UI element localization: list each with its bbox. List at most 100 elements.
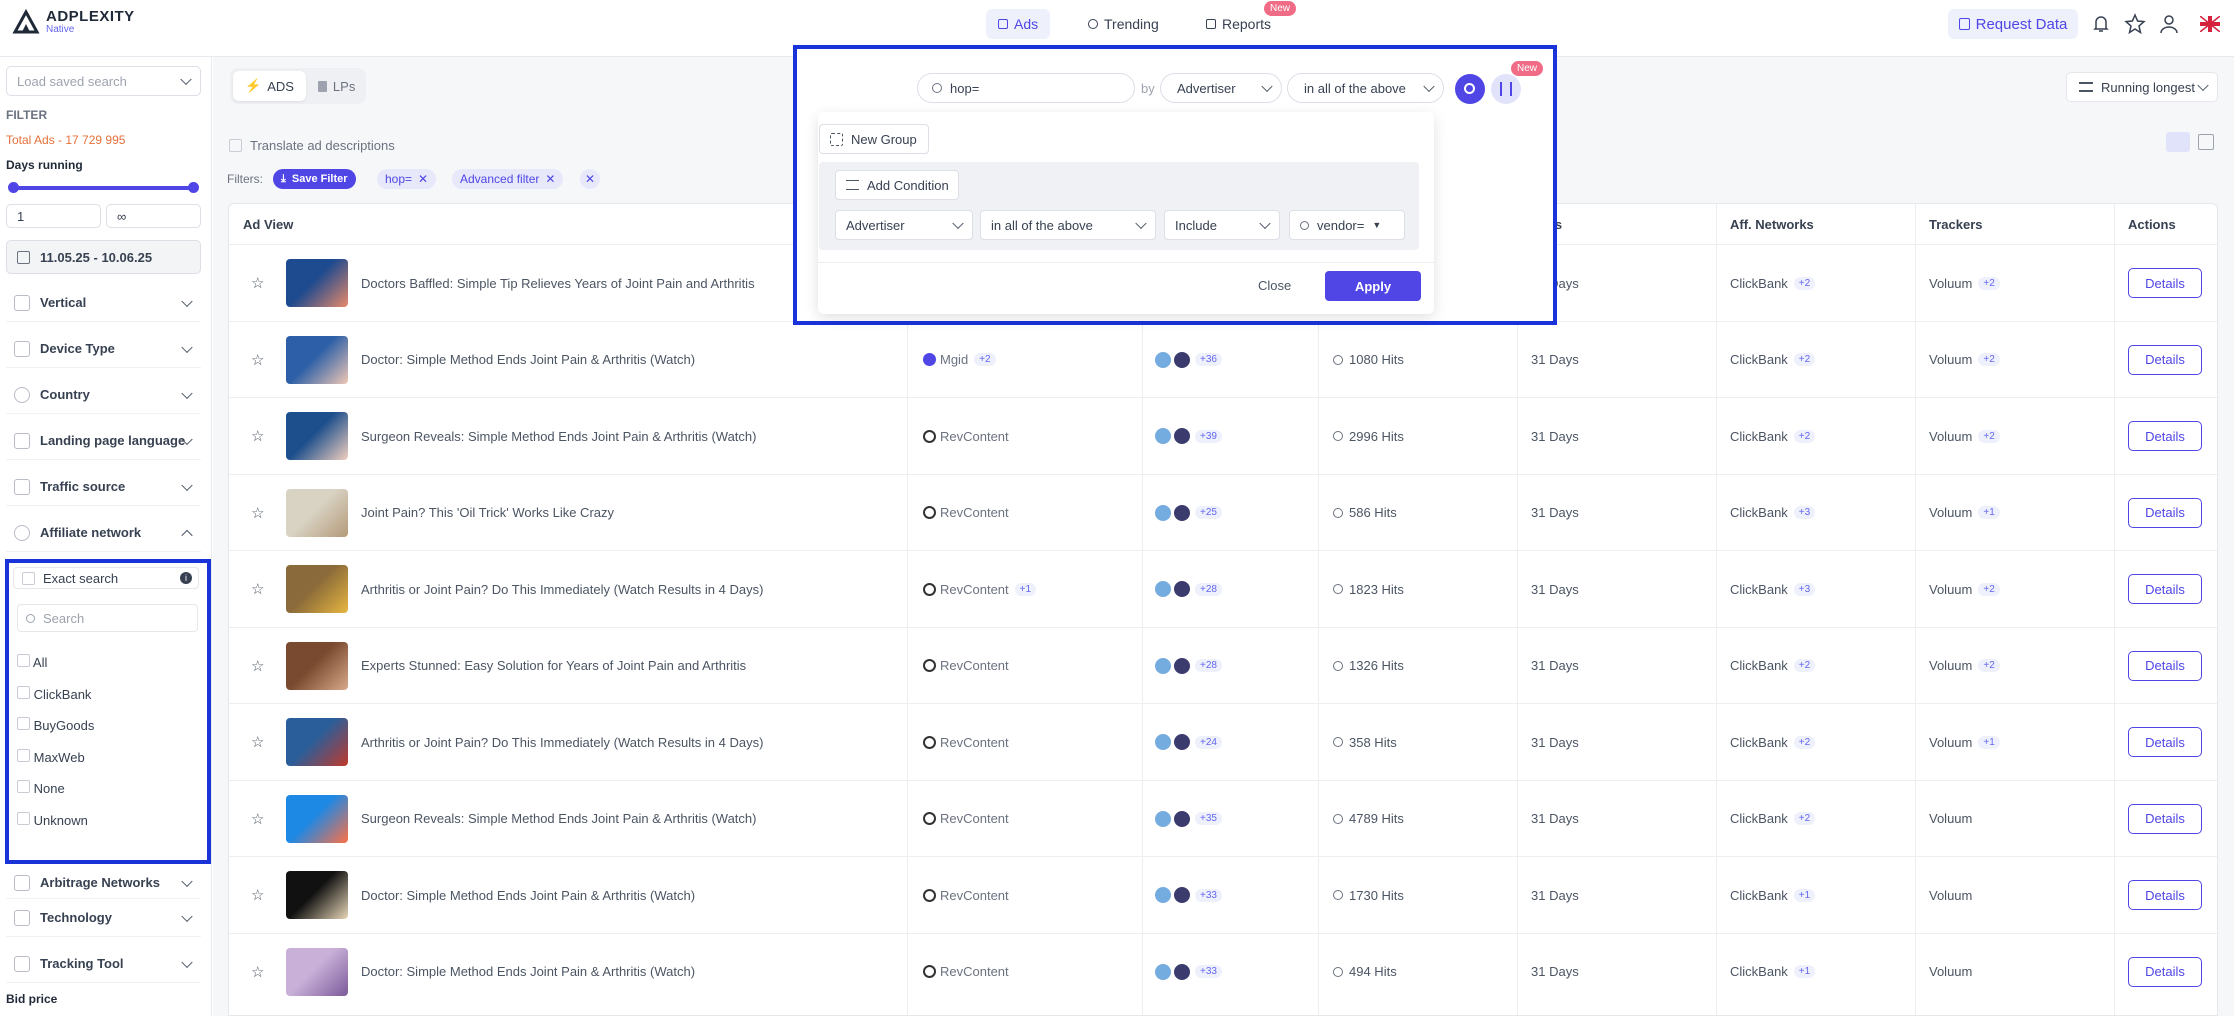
details-button[interactable]: Details xyxy=(2128,727,2202,757)
filter-chip[interactable]: hop= ✕ xyxy=(377,169,437,189)
filter-chip[interactable]: Advanced filter ✕ xyxy=(452,169,564,189)
network-option-clickbank[interactable]: ClickBank xyxy=(17,679,94,711)
ad-thumbnail[interactable] xyxy=(286,628,348,704)
network-option-unknown[interactable]: Unknown xyxy=(17,805,94,837)
filter-tracking-tool[interactable]: Tracking Tool xyxy=(6,945,201,983)
favorite-star-icon[interactable]: ☆ xyxy=(251,245,264,321)
grid-view-icon[interactable] xyxy=(2198,134,2214,150)
favorite-star-icon[interactable]: ☆ xyxy=(251,934,264,1010)
save-filter-button[interactable]: ⤓ Save Filter xyxy=(273,169,356,189)
checkbox[interactable] xyxy=(17,654,30,667)
ad-title[interactable]: Arthritis or Joint Pain? Do This Immedia… xyxy=(361,704,763,780)
tab-ads[interactable]: ⚡ ADS xyxy=(233,71,306,101)
condition-field-select[interactable]: Advertiser xyxy=(835,210,973,240)
filter-arbitrage-networks[interactable]: Arbitrage Networks xyxy=(6,867,201,899)
days-min-input[interactable]: 1 xyxy=(6,204,101,228)
details-button[interactable]: Details xyxy=(2128,574,2202,604)
header-ad-view[interactable]: Ad View xyxy=(243,204,293,244)
saved-search-select[interactable]: Load saved search xyxy=(6,66,201,96)
network-option-buygoods[interactable]: BuyGoods xyxy=(17,710,94,742)
details-button[interactable]: Details xyxy=(2128,497,2202,528)
table-row[interactable]: ☆ Experts Stunned: Easy Solution for Yea… xyxy=(229,626,2217,704)
ad-title[interactable]: Experts Stunned: Easy Solution for Years… xyxy=(361,628,746,704)
favorite-star-icon[interactable]: ☆ xyxy=(251,475,264,551)
exact-search-checkbox[interactable] xyxy=(22,571,35,585)
table-row[interactable]: ☆ Joint Pain? This 'Oil Trick' Works Lik… xyxy=(229,473,2217,551)
favorite-star-icon[interactable]: ☆ xyxy=(251,551,264,627)
ad-thumbnail[interactable] xyxy=(286,704,348,780)
advanced-filter-button[interactable] xyxy=(1491,74,1521,104)
filter-landing-language[interactable]: Landing page language xyxy=(6,422,201,460)
ad-title[interactable]: Doctor: Simple Method Ends Joint Pain & … xyxy=(361,934,695,1010)
table-row[interactable]: ☆ Arthritis or Joint Pain? Do This Immed… xyxy=(229,550,2217,627)
favorite-star-icon[interactable]: ☆ xyxy=(251,704,264,780)
close-icon[interactable]: ✕ xyxy=(418,172,428,186)
filter-traffic-source[interactable]: Traffic source xyxy=(6,468,201,506)
close-icon[interactable]: ✕ xyxy=(545,172,555,186)
checkbox[interactable] xyxy=(17,717,30,731)
nav-ads[interactable]: Ads xyxy=(986,9,1051,39)
brand-logo[interactable]: ADPLEXITY Native xyxy=(12,8,135,36)
search-input[interactable]: hop= xyxy=(917,73,1135,103)
new-group-button[interactable]: New Group xyxy=(819,124,929,154)
uk-flag-icon[interactable] xyxy=(2200,16,2220,32)
ad-title[interactable]: Doctors Baffled: Simple Tip Relieves Yea… xyxy=(361,245,755,321)
translate-checkbox[interactable] xyxy=(229,139,242,152)
network-option-all[interactable]: All xyxy=(17,647,94,679)
details-button[interactable]: Details xyxy=(2128,803,2202,834)
ad-thumbnail[interactable] xyxy=(286,934,348,1010)
ad-thumbnail[interactable] xyxy=(286,245,348,321)
translate-toggle[interactable]: Translate ad descriptions xyxy=(229,138,395,153)
slider-max-handle[interactable] xyxy=(188,182,199,193)
star-icon[interactable] xyxy=(2124,13,2146,35)
table-row[interactable]: ☆ Doctor: Simple Method Ends Joint Pain … xyxy=(229,932,2217,1010)
ad-title[interactable]: Surgeon Reveals: Simple Method Ends Join… xyxy=(361,781,756,857)
checkbox[interactable] xyxy=(17,748,30,762)
apply-button[interactable]: Apply xyxy=(1325,271,1421,301)
checkbox[interactable] xyxy=(17,780,30,794)
close-button[interactable]: Close xyxy=(1258,278,1291,293)
details-button[interactable]: Details xyxy=(2128,344,2202,375)
favorite-star-icon[interactable]: ☆ xyxy=(251,781,264,857)
table-row[interactable]: ☆ Doctor: Simple Method Ends Joint Pain … xyxy=(229,320,2217,398)
condition-mode-select[interactable]: Include xyxy=(1164,210,1280,240)
details-button[interactable]: Details xyxy=(2128,956,2202,987)
sort-select[interactable]: Running longest xyxy=(2066,72,2218,102)
add-condition-button[interactable]: Add Condition xyxy=(835,170,959,200)
user-icon[interactable] xyxy=(2158,13,2180,35)
details-button[interactable]: Details xyxy=(2128,268,2202,298)
request-data-button[interactable]: Request Data xyxy=(1948,9,2078,39)
checkbox[interactable] xyxy=(17,811,30,825)
favorite-star-icon[interactable]: ☆ xyxy=(251,398,264,474)
list-view-icon[interactable] xyxy=(2166,132,2190,152)
favorite-star-icon[interactable]: ☆ xyxy=(251,628,264,704)
ad-title[interactable]: Doctor: Simple Method Ends Joint Pain & … xyxy=(361,857,695,933)
filter-country[interactable]: Country xyxy=(6,376,201,414)
date-range-picker[interactable]: 11.05.25 - 10.06.25 xyxy=(6,240,201,274)
details-button[interactable]: Details xyxy=(2128,421,2202,451)
table-row[interactable]: ☆ Surgeon Reveals: Simple Method Ends Jo… xyxy=(229,779,2217,857)
bell-icon[interactable] xyxy=(2090,13,2112,35)
ad-thumbnail[interactable] xyxy=(286,322,348,398)
table-row[interactable]: ☆ Surgeon Reveals: Simple Method Ends Jo… xyxy=(229,397,2217,474)
days-max-input[interactable]: ∞ xyxy=(106,204,201,228)
network-option-maxweb[interactable]: MaxWeb xyxy=(17,742,94,774)
ad-thumbnail[interactable] xyxy=(286,857,348,933)
table-row[interactable]: ☆ Arthritis or Joint Pain? Do This Immed… xyxy=(229,703,2217,780)
ad-title[interactable]: Arthritis or Joint Pain? Do This Immedia… xyxy=(361,551,763,627)
filter-affiliate-network[interactable]: Affiliate network xyxy=(6,514,201,552)
search-button[interactable] xyxy=(1455,74,1485,104)
exact-search-toggle[interactable]: Exact search i xyxy=(13,567,199,589)
ad-title[interactable]: Joint Pain? This 'Oil Trick' Works Like … xyxy=(361,475,614,551)
nav-trending[interactable]: Trending xyxy=(1076,9,1171,39)
filter-vertical[interactable]: Vertical xyxy=(6,284,201,322)
details-button[interactable]: Details xyxy=(2128,880,2202,910)
table-row[interactable]: ☆ Doctor: Simple Method Ends Joint Pain … xyxy=(229,856,2217,933)
ad-thumbnail[interactable] xyxy=(286,475,348,551)
favorite-star-icon[interactable]: ☆ xyxy=(251,857,264,933)
ad-title[interactable]: Doctor: Simple Method Ends Joint Pain & … xyxy=(361,322,695,398)
header-trackers[interactable]: Trackers xyxy=(1929,204,1983,244)
search-scope-select[interactable]: in all of the above xyxy=(1287,73,1444,103)
tab-lps[interactable]: LPs xyxy=(306,71,367,101)
slider-min-handle[interactable] xyxy=(8,182,19,193)
